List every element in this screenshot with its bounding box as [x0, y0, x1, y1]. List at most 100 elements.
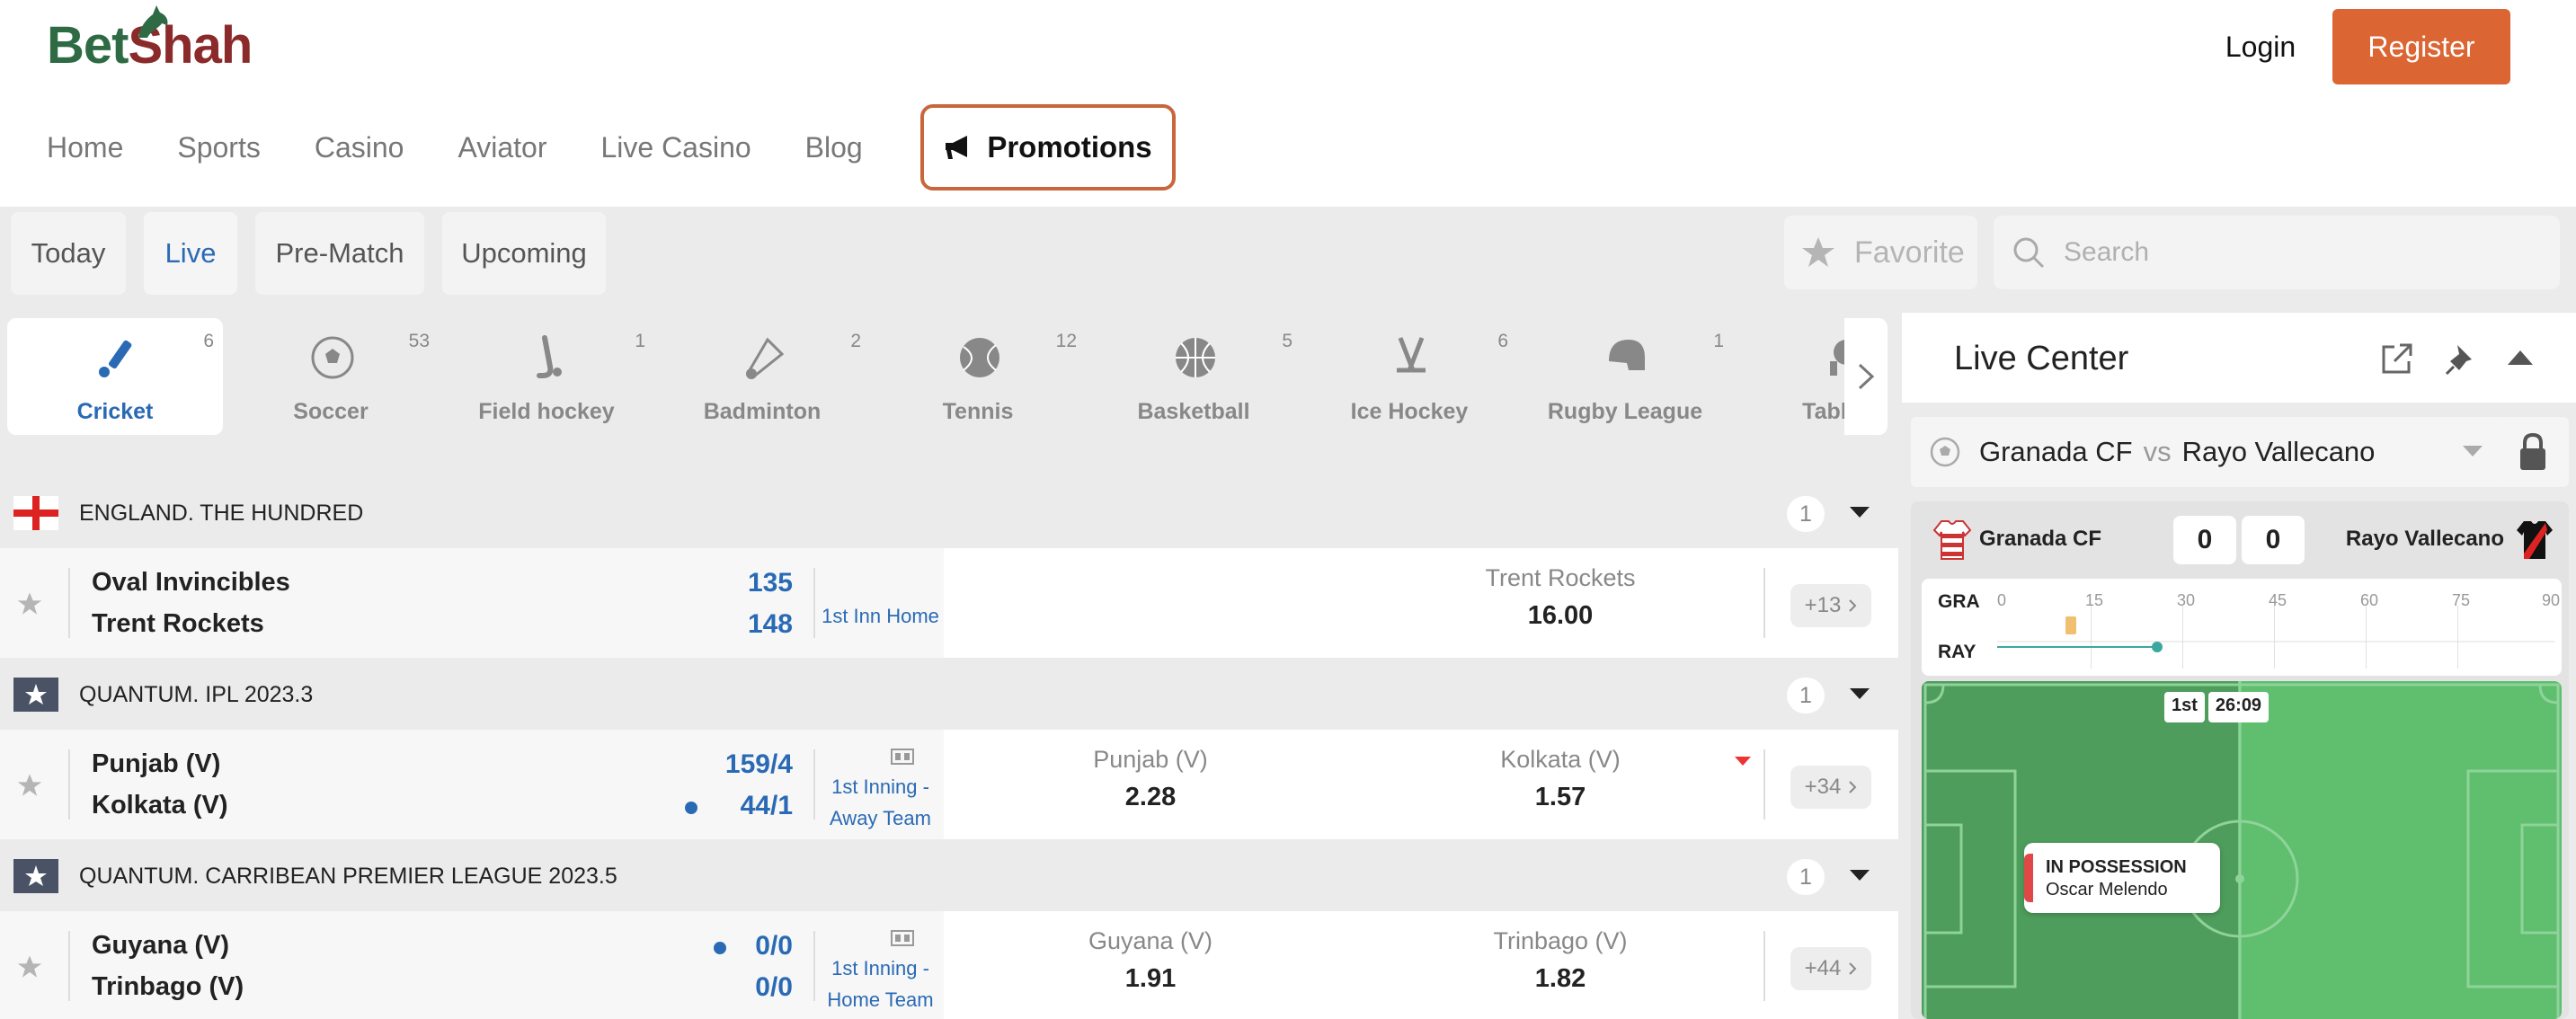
promotions-button[interactable]: Promotions: [920, 104, 1176, 191]
tab-live[interactable]: Live: [144, 212, 237, 295]
match-time: 26:09: [2207, 692, 2270, 722]
sport-count: 5: [1282, 331, 1292, 351]
match-row[interactable]: Oval Invincibles Trent Rockets 135 148 1…: [0, 548, 1898, 658]
site-header: Bet Shah Login Register Home Sports Casi…: [0, 0, 2576, 207]
match-row[interactable]: Punjab (V) Kolkata (V) 159/4 44/1 1st In…: [0, 730, 1898, 839]
team-home: Oval Invincibles: [92, 568, 290, 597]
brand-logo[interactable]: Bet Shah: [47, 0, 253, 90]
search-box: [1994, 216, 2560, 289]
external-link-icon[interactable]: [2378, 341, 2414, 377]
sport-count: 1: [1713, 331, 1724, 351]
league-count: 1: [1787, 678, 1825, 713]
more-count: +13: [1804, 593, 1842, 617]
more-markets-button[interactable]: +44: [1790, 947, 1871, 990]
sport-count: 2: [850, 331, 861, 351]
favorite-star-icon[interactable]: [16, 773, 43, 798]
chevron-right-icon: [1849, 599, 1857, 612]
cricket-icon: [99, 340, 132, 377]
match-period-badge: 1st: [2164, 692, 2205, 722]
star-flag-icon: [13, 859, 58, 893]
favorite-star-icon[interactable]: [16, 954, 43, 979]
nav-blog[interactable]: Blog: [805, 131, 863, 164]
tab-today[interactable]: Today: [11, 212, 126, 295]
nav-casino[interactable]: Casino: [315, 131, 404, 164]
timeline-progress-marker: [2152, 642, 2163, 652]
odd-name: Trinbago (V): [1493, 927, 1628, 954]
timeline-tick: 15: [2085, 591, 2104, 609]
league-count: 1: [1787, 496, 1825, 532]
odd-name: Punjab (V): [1093, 746, 1208, 773]
sport-field-hockey[interactable]: 1 Field hockey: [439, 318, 654, 435]
batting-indicator: [685, 802, 697, 814]
match-timeline: GRA RAY 0 15 30 45 60 75 90: [1922, 579, 2562, 676]
tab-pre-match[interactable]: Pre-Match: [255, 212, 424, 295]
lock-button[interactable]: [2497, 417, 2569, 487]
league-header[interactable]: QUANTUM. CARRIBEAN PREMIER LEAGUE 2023.5…: [0, 841, 1898, 911]
match-selector[interactable]: Granada CF vs Rayo Vallecano: [1911, 417, 2504, 487]
sport-count: 1: [635, 331, 645, 351]
odd-value: 2.28: [1124, 783, 1177, 811]
odd-button[interactable]: Trent Rockets 16.00: [1426, 564, 1695, 631]
odd-button[interactable]: Punjab (V) 2.28: [1016, 746, 1285, 812]
pin-icon[interactable]: [2445, 341, 2479, 377]
collapse-icon[interactable]: [2506, 349, 2535, 367]
tracker-score-2: 0: [2242, 516, 2305, 564]
match-tracker: Granada CF 0 0 Rayo Vallecano GRA RAY 0 …: [1911, 501, 2569, 1019]
match-row[interactable]: Guyana (V) Trinbago (V) 0/0 0/0 1st Inni…: [0, 911, 1898, 1019]
more-markets-button[interactable]: +34: [1790, 766, 1871, 809]
sport-rugby-league[interactable]: 1 Rugby League: [1517, 318, 1733, 435]
sport-basketball[interactable]: 5 Basketball: [1086, 318, 1301, 435]
sport-ice-hockey[interactable]: 6 Ice Hockey: [1301, 318, 1517, 435]
team-home: Punjab (V): [92, 749, 221, 778]
nav-aviator[interactable]: Aviator: [457, 131, 546, 164]
chevron-right-icon: [1858, 363, 1875, 390]
odd-button[interactable]: Trinbago (V) 1.82: [1426, 927, 1695, 994]
more-markets-button[interactable]: +13: [1790, 584, 1871, 627]
sport-soccer[interactable]: 53 Soccer: [223, 318, 439, 435]
register-button[interactable]: Register: [2332, 9, 2510, 84]
league-header[interactable]: QUANTUM. IPL 2023.3 1: [0, 660, 1898, 730]
rugby-helmet-icon: [1609, 340, 1645, 370]
sport-cricket[interactable]: 6 Cricket: [7, 318, 223, 435]
match-clock: 1st 26:09: [2164, 692, 2272, 722]
timeline-tick: 45: [2269, 591, 2287, 609]
selected-team-2: Rayo Vallecano: [2181, 436, 2376, 467]
sport-badminton[interactable]: 2 Badminton: [654, 318, 870, 435]
team-away: Trent Rockets: [92, 609, 264, 638]
scoreboard-icon[interactable]: [890, 927, 915, 947]
sport-label: Basketball: [1137, 399, 1250, 424]
period-line-2: Away Team: [830, 807, 931, 829]
sport-count: 53: [408, 331, 430, 351]
tab-upcoming[interactable]: Upcoming: [442, 212, 606, 295]
odd-button[interactable]: Kolkata (V) 1.57: [1426, 746, 1695, 812]
live-center-panel: Live Center Granada CF vs Rayo Vallecano: [1898, 304, 2576, 1019]
score-home: 0/0: [755, 931, 793, 961]
basketball-icon: [1176, 338, 1215, 377]
favorite-filter[interactable]: Favorite: [1784, 216, 1977, 289]
soccer-ball-icon: [1930, 437, 1960, 467]
timeline-events: [1997, 616, 2554, 652]
nav-live-casino[interactable]: Live Casino: [600, 131, 751, 164]
carousel-next-button[interactable]: [1844, 318, 1888, 435]
nav-sports[interactable]: Sports: [177, 131, 260, 164]
search-input[interactable]: [2064, 237, 2531, 268]
sport-tennis[interactable]: 12 Tennis: [870, 318, 1086, 435]
league-header[interactable]: ENGLAND. THE HUNDRED 1: [0, 478, 1898, 548]
nav-home[interactable]: Home: [47, 131, 123, 164]
login-button[interactable]: Login: [2193, 18, 2328, 75]
scoreboard-icon[interactable]: [890, 746, 915, 766]
odd-button[interactable]: Guyana (V) 1.91: [1016, 927, 1285, 994]
sport-label: Ice Hockey: [1350, 399, 1469, 424]
tracker-team-1: Granada CF: [1979, 527, 2102, 551]
tracker-score-1: 0: [2173, 516, 2236, 564]
promotions-label: Promotions: [987, 130, 1152, 164]
favorite-star-icon[interactable]: [16, 591, 43, 616]
tennis-ball-icon: [960, 338, 999, 377]
main-nav: Home Sports Casino Aviator Live Casino B…: [47, 104, 917, 191]
score-home: 159/4: [724, 749, 793, 779]
sport-count: 6: [203, 331, 214, 351]
sport-count: 12: [1055, 331, 1077, 351]
sport-label: Field hockey: [478, 399, 615, 424]
score-away: 0/0: [755, 972, 793, 1002]
rayo-shirt-icon: [2517, 521, 2553, 559]
